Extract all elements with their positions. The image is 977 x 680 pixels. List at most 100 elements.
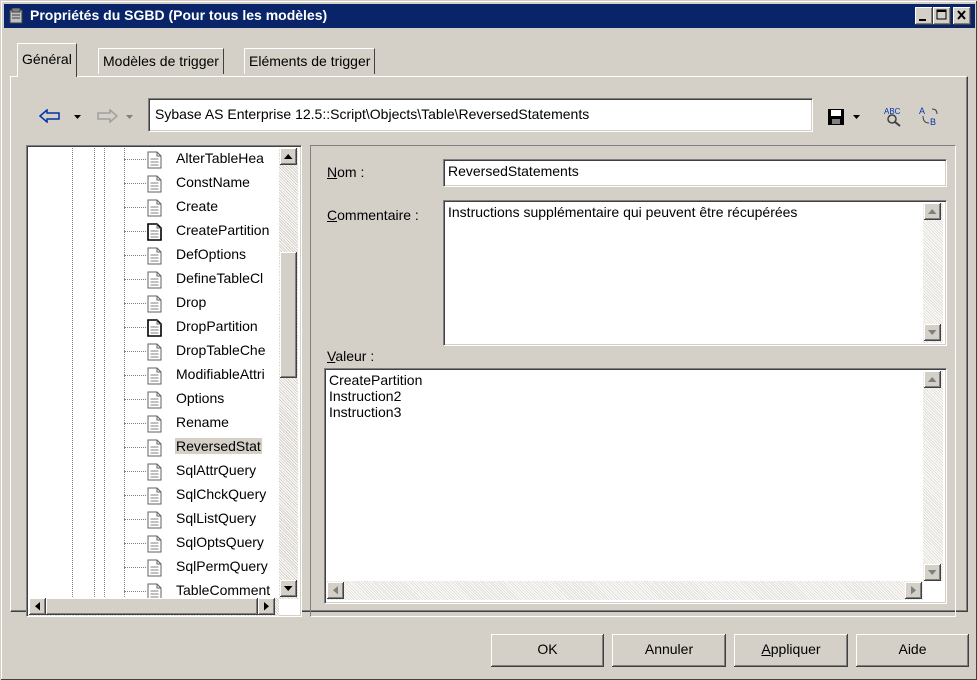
up-arrow-icon [284, 154, 293, 159]
commentaire-scrollbar[interactable] [923, 203, 943, 343]
up-arrow-icon [928, 209, 937, 214]
maximize-button[interactable] [933, 7, 951, 25]
tree-item[interactable]: SqlPermQuery [27, 556, 279, 579]
document-icon [147, 247, 162, 265]
document-icon [147, 439, 162, 457]
back-dropdown-icon[interactable] [73, 113, 83, 121]
tree-item[interactable]: DropTableChe [27, 340, 279, 363]
document-icon [147, 367, 162, 385]
tree-item[interactable]: Options [27, 388, 279, 411]
ok-button[interactable]: OK [491, 634, 604, 667]
tree-item[interactable]: SqlChckQuery [27, 484, 279, 507]
tree-item[interactable]: DropPartition [27, 316, 279, 339]
tree-item[interactable]: ModifiableAttri [27, 364, 279, 387]
scroll-up-button[interactable] [924, 203, 941, 220]
tree-guide-line [72, 172, 73, 195]
tree-branch-line [124, 591, 146, 592]
spell-check-icon[interactable]: ABC [881, 105, 905, 127]
tree-item[interactable]: ConstName [27, 172, 279, 195]
tree-guide-line [94, 340, 95, 363]
title-bar[interactable]: Propriétés du SGBD (Pour tous les modèle… [4, 4, 975, 28]
right-arrow-icon [911, 586, 916, 595]
tree-item[interactable]: DefineTableCl [27, 268, 279, 291]
tree-item[interactable]: ReversedStat [27, 436, 279, 459]
valeur-horizontal-scrollbar[interactable] [327, 581, 923, 600]
forward-arrow-icon[interactable] [96, 109, 118, 123]
commentaire-field[interactable]: Instructions supplémentaire qui peuvent … [443, 200, 947, 346]
tree-item[interactable]: SqlAttrQuery [27, 460, 279, 483]
tree-item[interactable]: SqlOptsQuery [27, 532, 279, 555]
tree-guide-line [104, 220, 105, 243]
tree-item[interactable]: Rename [27, 412, 279, 435]
path-field[interactable]: Sybase AS Enterprise 12.5::Script\Object… [148, 98, 813, 132]
tree-item[interactable]: Drop [27, 292, 279, 315]
cancel-button[interactable]: Annuler [612, 634, 726, 667]
tree-guide-line [72, 460, 73, 483]
tree-branch-line [124, 303, 146, 304]
window-title: Propriétés du SGBD (Pour tous les modèle… [30, 7, 328, 23]
tree-guide-line [104, 316, 105, 339]
tree-item-label: SqlListQuery [176, 510, 257, 526]
scroll-left-button[interactable] [327, 582, 344, 599]
apply-button[interactable]: Appliquer [734, 634, 848, 667]
tree-guide-line [94, 196, 95, 219]
scroll-down-button[interactable] [280, 580, 297, 597]
scroll-right-button[interactable] [258, 598, 275, 615]
help-button[interactable]: Aide [856, 634, 969, 667]
tab-trigger-models[interactable]: Modèles de trigger [98, 48, 224, 74]
tree-horizontal-scrollbar[interactable] [29, 598, 279, 616]
horizontal-scroll-thumb[interactable] [46, 598, 258, 615]
scroll-down-button[interactable] [924, 564, 941, 581]
tab-general[interactable]: Général [17, 43, 77, 77]
tree-guide-line [104, 484, 105, 507]
scroll-up-button[interactable] [924, 371, 941, 388]
tree-guide-line [104, 340, 105, 363]
tree-guide-line [94, 460, 95, 483]
tree-guide-line [72, 436, 73, 459]
close-button[interactable] [953, 7, 971, 25]
tree-guide-line [94, 172, 95, 195]
tree-item[interactable]: CreatePartition [27, 220, 279, 243]
tree-guide-line [104, 196, 105, 219]
tree-item-label: Options [176, 390, 225, 406]
scroll-up-button[interactable] [280, 148, 297, 165]
tree-guide-line [104, 388, 105, 411]
scroll-left-button[interactable] [29, 598, 46, 615]
tab-label: Modèles de trigger [103, 53, 219, 69]
scroll-thumb[interactable] [280, 252, 297, 378]
save-dropdown-icon[interactable] [852, 113, 862, 121]
tree-item[interactable]: Create [27, 196, 279, 219]
tree-vertical-scrollbar[interactable] [279, 148, 298, 599]
save-icon[interactable] [827, 108, 845, 126]
valeur-field[interactable]: CreatePartition Instruction2 Instruction… [324, 368, 947, 604]
object-tree[interactable]: AlterTableHea ConstName Create CreatePartit… [26, 145, 302, 617]
tree-guide-line [72, 220, 73, 243]
right-arrow-icon [264, 602, 269, 611]
tree-branch-line [124, 255, 146, 256]
document-icon [147, 391, 162, 409]
tab-label: Eléments de trigger [249, 53, 371, 69]
minimize-button[interactable] [915, 7, 933, 25]
tree-guide-line [104, 268, 105, 291]
maximize-icon [936, 9, 947, 20]
nom-field[interactable]: ReversedStatements [443, 159, 947, 187]
tree-item[interactable]: DefOptions [27, 244, 279, 267]
scroll-down-button[interactable] [924, 324, 941, 341]
back-arrow-icon[interactable] [39, 109, 65, 123]
tree-item[interactable]: SqlListQuery [27, 508, 279, 531]
tree-item[interactable]: TableComment [27, 580, 279, 598]
tree-guide-line [94, 268, 95, 291]
tree-item-label: Rename [176, 414, 229, 430]
scroll-right-button[interactable] [905, 582, 922, 599]
tree-guide-line [104, 148, 105, 171]
tree-item-label: TableComment [176, 582, 271, 598]
tree-guide-line [94, 532, 95, 555]
tree-item[interactable]: AlterTableHea [27, 148, 279, 171]
tree-branch-line [124, 207, 146, 208]
replace-icon[interactable]: A B [917, 105, 941, 127]
tree-branch-line [124, 423, 146, 424]
tree-guide-line [72, 388, 73, 411]
valeur-vertical-scrollbar[interactable] [923, 371, 943, 581]
tab-trigger-elements[interactable]: Eléments de trigger [244, 48, 376, 74]
forward-dropdown-icon[interactable] [125, 113, 135, 121]
